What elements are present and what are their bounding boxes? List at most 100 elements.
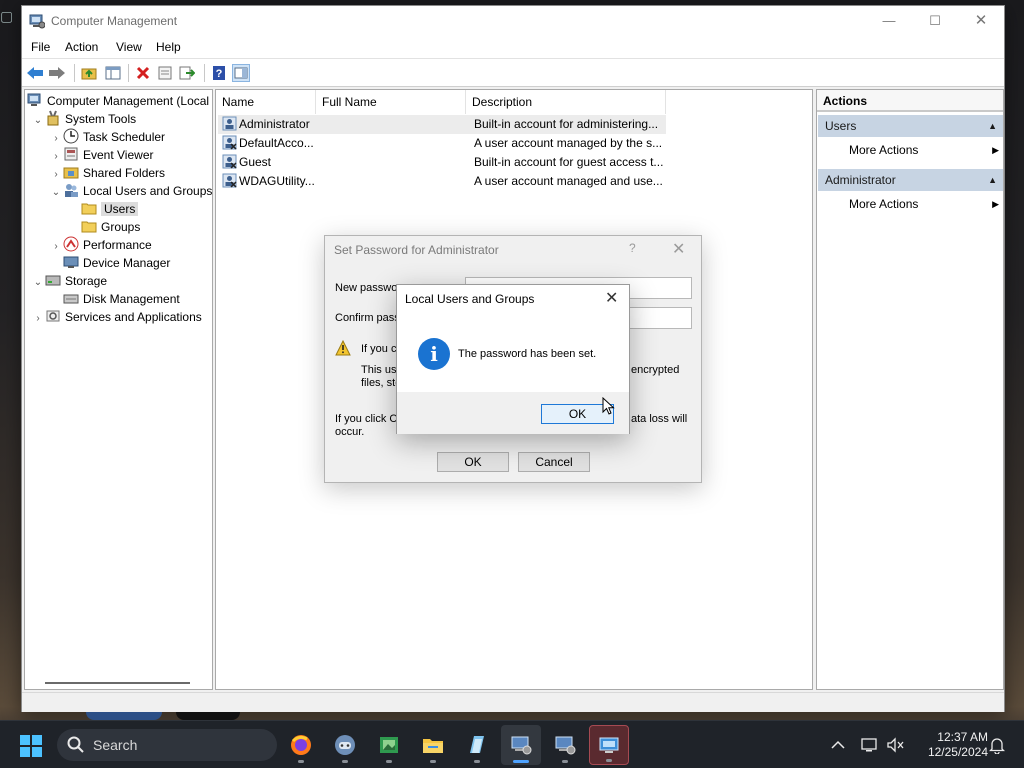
- menu-help[interactable]: Help: [156, 40, 181, 54]
- tree-label: Shared Folders: [83, 166, 166, 180]
- tree-item-performance[interactable]: › Performance: [49, 236, 152, 254]
- horizontal-scrollbar[interactable]: [45, 682, 190, 684]
- footer-text: occur.: [335, 426, 365, 438]
- close-button[interactable]: ✕: [605, 288, 618, 308]
- tree-item-users[interactable]: Users: [81, 200, 139, 218]
- network-display-icon[interactable]: [860, 735, 880, 755]
- taskbar-search-box[interactable]: Search: [57, 729, 277, 761]
- menu-view[interactable]: View: [116, 40, 142, 54]
- row-description: A user account managed by the s...: [474, 136, 663, 150]
- tree-item-computer-management[interactable]: Computer Management (Local: [27, 92, 209, 110]
- notepad-icon[interactable]: [457, 725, 497, 765]
- file-explorer-icon[interactable]: [413, 725, 453, 765]
- actions-section-administrator[interactable]: Administrator ▲: [818, 169, 1003, 191]
- tree-item-local-users-groups[interactable]: ⌄ Local Users and Groups: [49, 182, 212, 200]
- volume-muted-icon[interactable]: [886, 735, 906, 755]
- collapse-up-icon[interactable]: ▲: [988, 169, 997, 191]
- mouse-cursor-icon: [602, 397, 615, 415]
- show-hide-tree-icon[interactable]: [104, 64, 122, 82]
- ok-button[interactable]: OK: [437, 452, 509, 472]
- users-icon: [65, 184, 78, 197]
- forward-arrow-icon[interactable]: [48, 64, 66, 82]
- firefox-icon[interactable]: [281, 725, 321, 765]
- menu-file[interactable]: File: [31, 40, 50, 54]
- row-name-text: WDAGUtility...: [239, 174, 315, 188]
- tree-label: Groups: [101, 220, 141, 234]
- minimize-button[interactable]: —: [866, 6, 912, 37]
- export-list-icon[interactable]: [178, 64, 196, 82]
- running-indicator: [474, 760, 480, 763]
- tree-label: Users: [101, 202, 139, 216]
- menu-action[interactable]: Action: [65, 40, 98, 54]
- dialog-title: Set Password for Administrator: [334, 243, 499, 257]
- more-actions-administrator[interactable]: More Actions ▶: [849, 194, 999, 214]
- actions-section-users[interactable]: Users ▲: [818, 115, 1003, 137]
- help-icon[interactable]: ?: [210, 64, 228, 82]
- toolbar: ?: [22, 59, 1004, 87]
- row-name-cell: DefaultAcco...: [222, 134, 314, 153]
- tree-item-storage[interactable]: ⌄ Storage: [31, 272, 107, 290]
- action-label: More Actions: [849, 143, 919, 157]
- maximize-button[interactable]: ☐: [912, 6, 958, 37]
- background-share-button: [86, 712, 162, 720]
- image-viewer-icon[interactable]: [369, 725, 409, 765]
- status-bar: [22, 692, 1004, 712]
- tree-item-device-manager[interactable]: Device Manager: [63, 254, 170, 272]
- windows-start-icon[interactable]: [20, 735, 42, 757]
- tree-item-services-applications[interactable]: › Services and Applications: [31, 308, 201, 328]
- show-action-pane-icon[interactable]: [232, 64, 250, 82]
- table-row[interactable]: DefaultAcco... A user account managed by…: [218, 134, 666, 153]
- up-folder-icon[interactable]: [80, 64, 98, 82]
- game-controller-icon[interactable]: [325, 725, 365, 765]
- cancel-button[interactable]: Cancel: [518, 452, 590, 472]
- collapse-up-icon[interactable]: ▲: [988, 115, 997, 137]
- chevron-down-icon[interactable]: ⌄: [31, 274, 45, 292]
- tree-label: System Tools: [65, 112, 137, 126]
- tree-label: Disk Management: [83, 292, 180, 306]
- running-indicator: [430, 760, 436, 763]
- properties-icon[interactable]: [156, 64, 174, 82]
- delete-icon[interactable]: [134, 64, 152, 82]
- tree-item-event-viewer[interactable]: › Event Viewer: [49, 146, 153, 164]
- close-button[interactable]: ✕: [958, 6, 1004, 37]
- chevron-up-icon[interactable]: [828, 735, 848, 755]
- message-box: Local Users and Groups ✕ i The password …: [396, 284, 630, 434]
- more-actions-users[interactable]: More Actions ▶: [849, 140, 999, 160]
- help-button[interactable]: ?: [629, 241, 636, 255]
- table-row[interactable]: Administrator Built-in account for admin…: [218, 115, 666, 134]
- new-password-label: New passwo: [335, 282, 398, 294]
- shared-folder-icon: [63, 167, 79, 179]
- toolbar-separator: [128, 64, 129, 82]
- tree-label: Task Scheduler: [83, 130, 166, 144]
- back-arrow-icon[interactable]: [26, 64, 44, 82]
- chevron-right-icon[interactable]: ›: [31, 310, 45, 328]
- chevron-down-icon[interactable]: ⌄: [31, 112, 45, 130]
- chevron-right-icon[interactable]: ›: [49, 238, 63, 256]
- info-icon: i: [418, 338, 450, 370]
- column-header-description[interactable]: Description: [466, 90, 666, 114]
- tree-item-disk-management[interactable]: Disk Management: [63, 290, 180, 308]
- tree-item-system-tools[interactable]: ⌄ System Tools: [31, 110, 136, 128]
- taskbar-clock[interactable]: 12:37 AM 12/25/2024: [912, 730, 988, 760]
- table-row[interactable]: WDAGUtility... A user account managed an…: [218, 172, 666, 191]
- column-header-full-name[interactable]: Full Name: [316, 90, 466, 114]
- device-manager-icon: [63, 256, 79, 268]
- table-row[interactable]: Guest Built-in account for guest access …: [218, 153, 666, 172]
- search-label: Search: [93, 737, 138, 753]
- tree-item-shared-folders[interactable]: › Shared Folders: [49, 164, 165, 182]
- title-bar[interactable]: Computer Management — ☐ ✕: [22, 6, 1004, 37]
- tree-item-task-scheduler[interactable]: › Task Scheduler: [49, 128, 165, 146]
- remote-desktop-icon[interactable]: [589, 725, 629, 765]
- notification-bell-icon[interactable]: [987, 735, 1007, 755]
- chevron-down-icon[interactable]: ⌄: [49, 184, 63, 202]
- close-button[interactable]: ✕: [672, 239, 685, 259]
- tools-icon: [47, 110, 59, 126]
- computer-management-icon[interactable]: [545, 725, 585, 765]
- window-title: Computer Management: [51, 14, 178, 28]
- services-icon: [46, 310, 60, 322]
- tree-item-groups[interactable]: Groups: [81, 218, 140, 236]
- computer-management-icon[interactable]: [501, 725, 541, 765]
- tree-label: Device Manager: [83, 256, 171, 270]
- folder-icon: [81, 221, 97, 233]
- column-header-name[interactable]: Name: [216, 90, 316, 114]
